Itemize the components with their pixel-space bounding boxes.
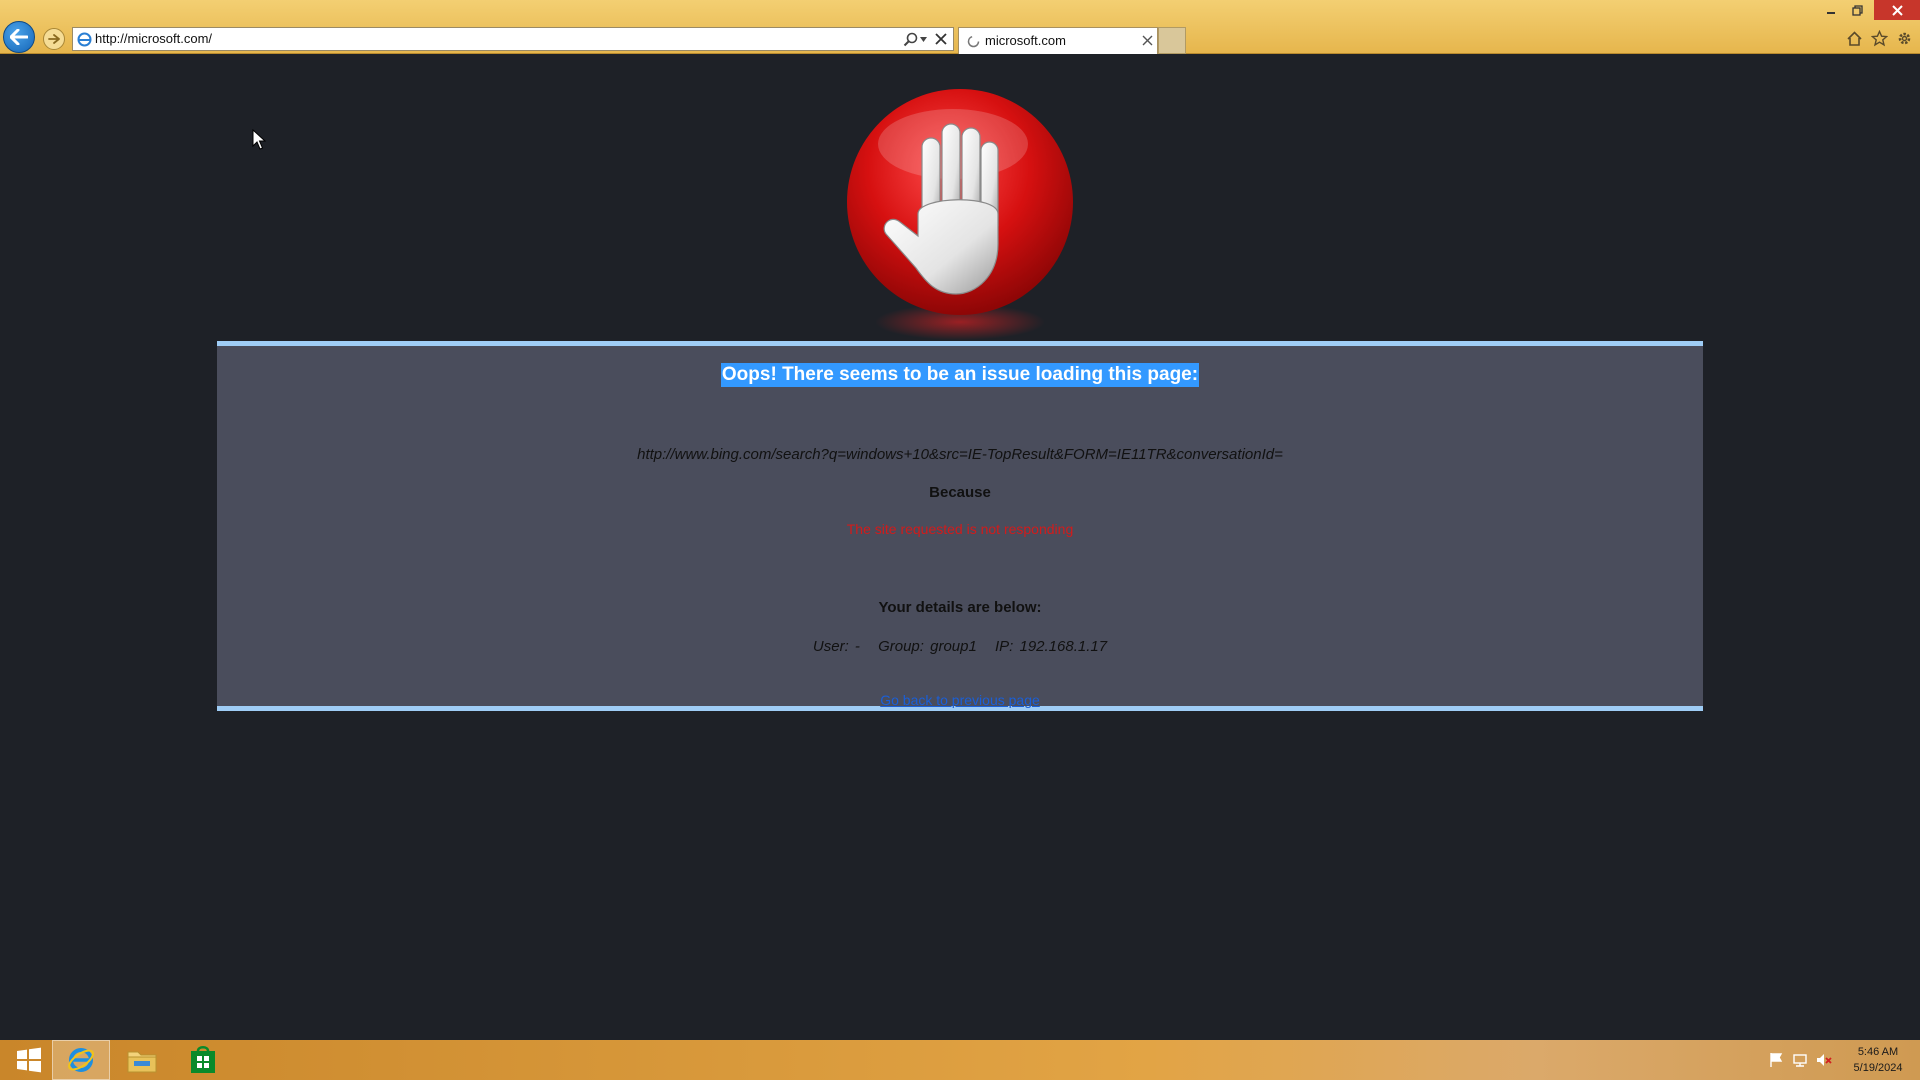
- restore-button[interactable]: [1844, 0, 1870, 20]
- error-message-panel: Oops! There seems to be an issue loading…: [217, 341, 1703, 711]
- new-tab-button[interactable]: [1158, 27, 1186, 54]
- group-value: Group: group1: [878, 638, 977, 655]
- address-bar[interactable]: http://microsoft.com/: [72, 27, 954, 51]
- file-explorer-icon: [127, 1051, 157, 1073]
- close-icon: [1891, 4, 1903, 16]
- user-value: User: -: [812, 638, 860, 655]
- ip-value: IP: 192.168.1.17: [994, 638, 1108, 655]
- internet-explorer-icon: [68, 1048, 94, 1072]
- start-button[interactable]: [0, 1040, 58, 1080]
- system-clock[interactable]: 5:46 AM 5/19/2024: [1840, 1044, 1916, 1076]
- network-icon[interactable]: [1792, 1052, 1808, 1068]
- go-back-link[interactable]: Go back to previous page: [217, 692, 1703, 708]
- ie-page-icon: [77, 32, 92, 47]
- action-center-flag-icon[interactable]: [1768, 1052, 1784, 1068]
- user-details: User: - Group: group1 IP: 192.168.1.17: [217, 638, 1703, 655]
- error-heading: Oops! There seems to be an issue loading…: [217, 363, 1703, 387]
- stop-icon[interactable]: [935, 33, 947, 45]
- chevron-down-icon[interactable]: [920, 37, 927, 42]
- error-reason: The site requested is not responding: [846, 521, 1074, 537]
- taskbar-file-explorer[interactable]: [113, 1040, 171, 1080]
- url-text[interactable]: http://microsoft.com/: [95, 30, 212, 48]
- taskbar-internet-explorer[interactable]: [52, 1040, 110, 1080]
- loading-icon: [967, 35, 980, 48]
- favorites-icon[interactable]: [1871, 30, 1888, 47]
- home-icon[interactable]: [1846, 30, 1863, 47]
- stop-hand-icon: [847, 89, 1073, 340]
- page-content: Oops! There seems to be an issue loading…: [0, 54, 1920, 1040]
- browser-toolbar: http://microsoft.com/ microsoft.com: [0, 0, 1920, 54]
- back-icon: [10, 29, 28, 45]
- windows-start-icon: [17, 1047, 41, 1073]
- tab-title: microsoft.com: [985, 33, 1066, 48]
- details-heading: Your details are below:: [878, 599, 1042, 616]
- error-heading-text: Oops! There seems to be an issue loading…: [720, 363, 1200, 387]
- tab-microsoft[interactable]: microsoft.com: [958, 27, 1158, 54]
- mouse-cursor-icon: [252, 129, 266, 150]
- close-icon[interactable]: [1142, 35, 1153, 46]
- forward-button[interactable]: [43, 28, 65, 50]
- because-label: Because: [929, 484, 991, 501]
- taskbar: 5:46 AM 5/19/2024: [0, 1040, 1920, 1080]
- forward-icon: [48, 34, 60, 44]
- close-window-button[interactable]: [1874, 0, 1920, 20]
- minimize-button[interactable]: [1818, 0, 1844, 20]
- volume-muted-icon[interactable]: [1816, 1052, 1832, 1068]
- minimize-icon: [1827, 12, 1835, 14]
- clock-date: 5/19/2024: [1853, 1062, 1903, 1074]
- store-icon: [191, 1046, 215, 1073]
- search-icon[interactable]: [903, 32, 918, 47]
- gear-icon[interactable]: [1896, 30, 1913, 47]
- back-button[interactable]: [3, 21, 35, 53]
- taskbar-store[interactable]: [174, 1040, 232, 1080]
- restore-icon: [1851, 4, 1863, 16]
- blocked-url: http://www.bing.com/search?q=windows+10&…: [637, 446, 1283, 463]
- clock-time: 5:46 AM: [1857, 1046, 1899, 1058]
